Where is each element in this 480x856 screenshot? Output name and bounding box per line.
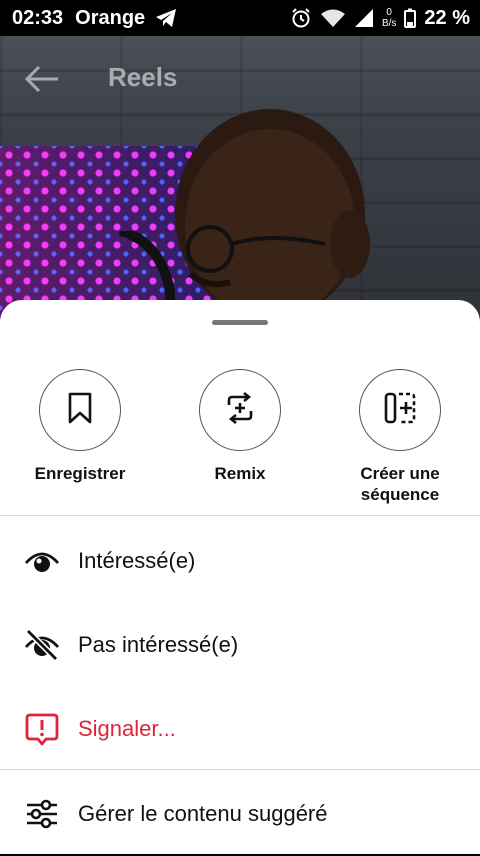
net-speed: 0 B/s bbox=[382, 7, 396, 29]
create-sequence-button[interactable]: Créer une séquence bbox=[320, 369, 480, 505]
net-speed-unit: B/s bbox=[381, 18, 397, 29]
remix-label: Remix bbox=[214, 464, 266, 483]
reel-video[interactable] bbox=[0, 36, 480, 336]
status-carrier: Orange bbox=[75, 6, 146, 29]
options-sheet: Enregistrer Remix Créer une séquence Int… bbox=[0, 300, 480, 854]
remix-circle[interactable] bbox=[199, 369, 281, 451]
menu-item-manage-suggested-label: Gérer le contenu suggéré bbox=[78, 801, 328, 826]
sheet-drag-handle[interactable] bbox=[212, 320, 268, 325]
menu-item-report-label: Signaler... bbox=[78, 716, 176, 741]
divider bbox=[0, 769, 480, 770]
status-time: 02:33 bbox=[12, 6, 64, 29]
eye-icon bbox=[24, 543, 60, 579]
menu-item-not-interested-label: Pas intéressé(e) bbox=[78, 632, 239, 657]
create-sequence-label-line1: Créer une bbox=[360, 464, 440, 483]
remix-icon bbox=[222, 390, 258, 431]
sequence-icon bbox=[382, 390, 418, 431]
page-title: Reels bbox=[108, 62, 178, 92]
telegram-icon bbox=[155, 8, 177, 28]
remix-button[interactable]: Remix bbox=[160, 369, 320, 484]
bookmark-icon bbox=[65, 392, 95, 429]
sliders-icon bbox=[24, 796, 60, 832]
battery-level: 22 % bbox=[424, 6, 470, 29]
save-label: Enregistrer bbox=[34, 464, 126, 483]
net-speed-value: 0 bbox=[386, 7, 392, 18]
menu-item-manage-suggested[interactable]: Gérer le contenu suggéré bbox=[0, 772, 480, 856]
report-icon bbox=[24, 711, 60, 747]
menu-item-interested-label: Intéressé(e) bbox=[78, 548, 196, 573]
create-sequence-label: Créer une séquence bbox=[320, 463, 480, 505]
status-bar: 02:33 Orange 0 B/s 22 % bbox=[0, 0, 480, 36]
menu-item-not-interested[interactable]: Pas intéressé(e) bbox=[0, 603, 480, 687]
save-circle[interactable] bbox=[39, 369, 121, 451]
back-arrow-icon[interactable] bbox=[24, 64, 60, 99]
battery-icon bbox=[404, 8, 417, 28]
menu-item-report[interactable]: Signaler... bbox=[0, 687, 480, 771]
eye-off-icon bbox=[24, 627, 60, 663]
menu-item-interested[interactable]: Intéressé(e) bbox=[0, 519, 480, 603]
divider bbox=[0, 515, 480, 516]
save-button[interactable]: Enregistrer bbox=[0, 369, 160, 484]
create-sequence-circle[interactable] bbox=[359, 369, 441, 451]
create-sequence-label-line2: séquence bbox=[360, 485, 440, 504]
wifi-icon bbox=[320, 8, 346, 28]
alarm-icon bbox=[290, 7, 312, 29]
signal-icon bbox=[354, 8, 374, 28]
